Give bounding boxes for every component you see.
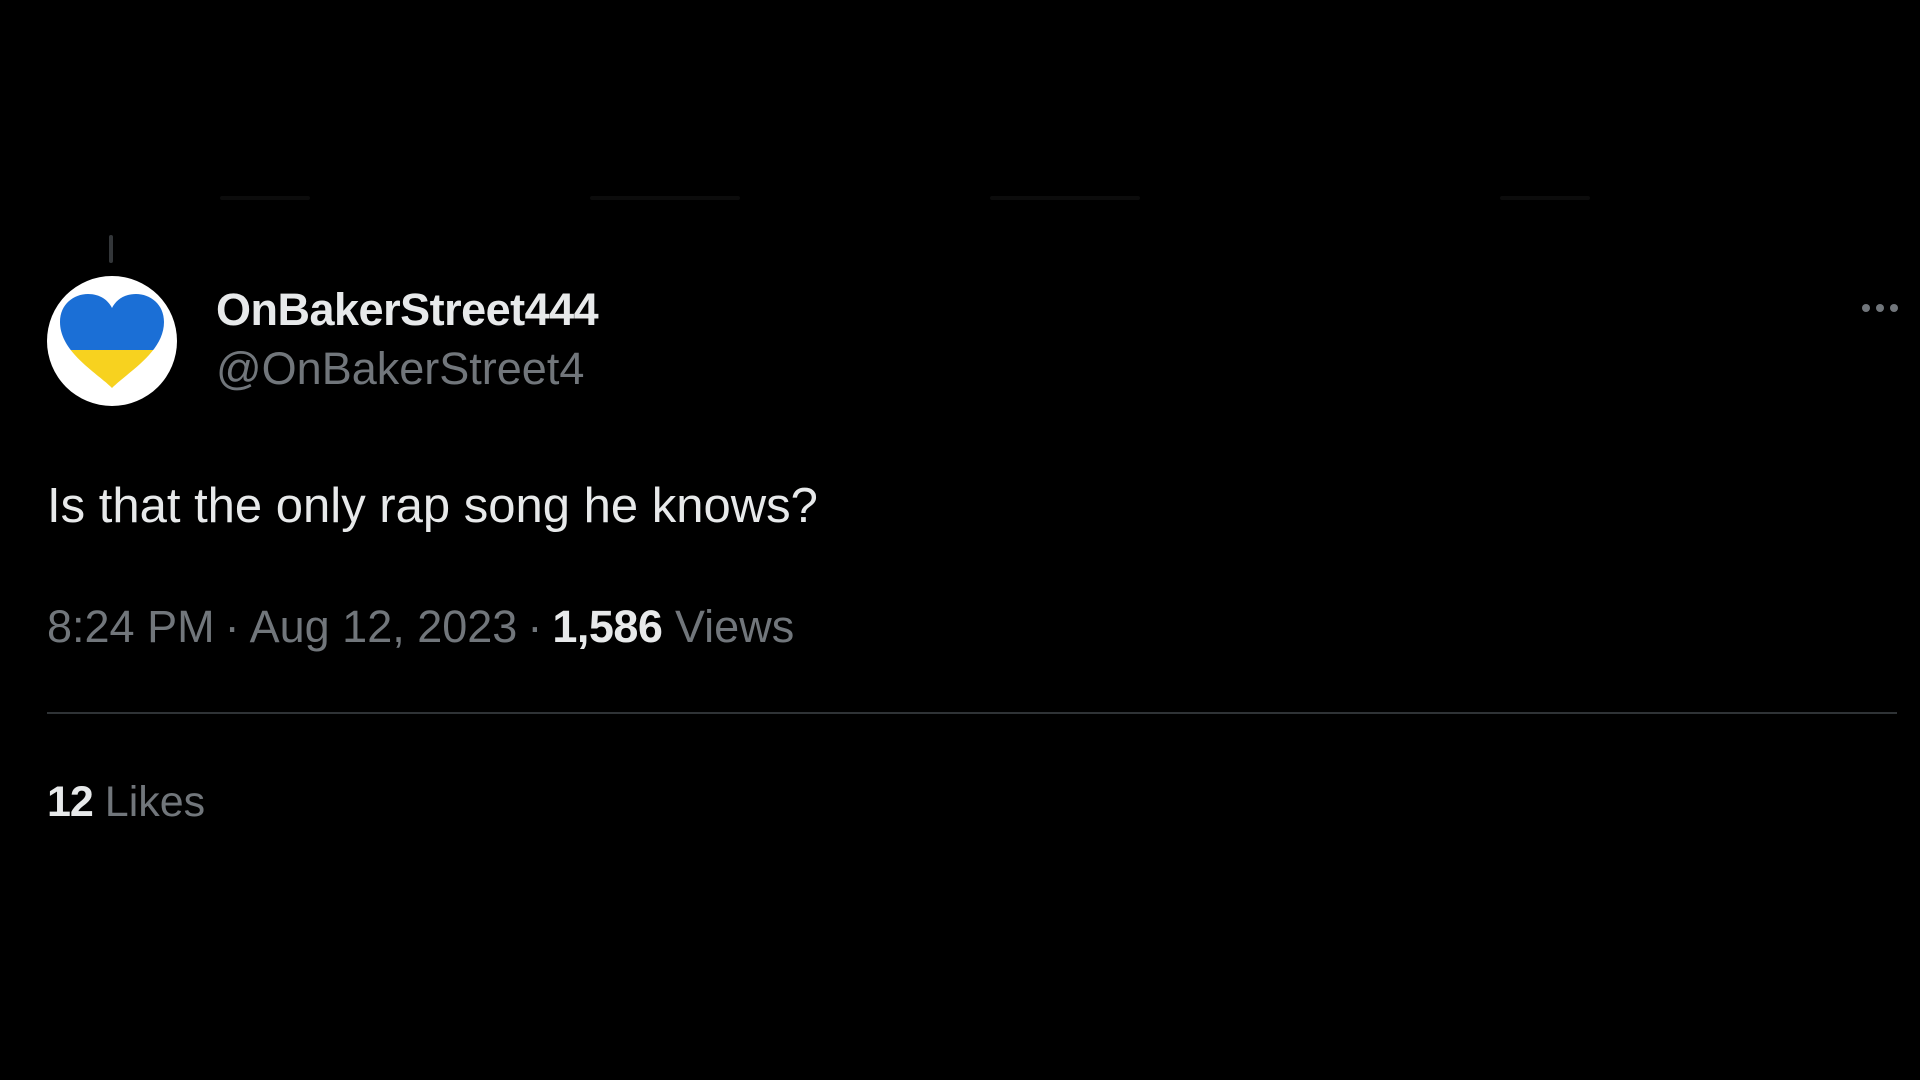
likes-count: 12 xyxy=(47,778,94,826)
meta-separator: · xyxy=(527,601,543,652)
views-count[interactable]: 1,586 xyxy=(552,601,663,652)
thread-connector-line xyxy=(109,235,113,263)
display-name[interactable]: OnBakerStreet444 xyxy=(216,282,599,338)
tweet-time[interactable]: 8:24 PM xyxy=(47,601,215,652)
user-handle[interactable]: @OnBakerStreet4 xyxy=(216,338,598,400)
tweet-header: OnBakerStreet444 @OnBakerStreet4 xyxy=(47,276,1898,406)
avatar[interactable] xyxy=(47,276,177,406)
tweet-metadata: 8:24 PM · Aug 12, 2023 · 1,586 Views xyxy=(47,597,1897,657)
author-names: OnBakerStreet444 @OnBakerStreet4 xyxy=(216,282,599,400)
more-dot xyxy=(1890,304,1898,312)
faint-nav-bar-4 xyxy=(1500,196,1590,200)
more-dot xyxy=(1862,304,1870,312)
more-options-icon[interactable] xyxy=(1862,304,1898,312)
divider xyxy=(47,712,1897,714)
faint-nav-bar-1 xyxy=(220,196,310,200)
views-label[interactable]: Views xyxy=(675,601,794,652)
tweet-date[interactable]: Aug 12, 2023 xyxy=(250,601,518,652)
faint-nav-bar-2 xyxy=(590,196,740,200)
ukraine-heart-icon xyxy=(60,294,164,388)
likes-label: Likes xyxy=(104,778,206,826)
meta-separator: · xyxy=(224,601,240,652)
tweet: OnBakerStreet444 @OnBakerStreet4 Is that… xyxy=(47,276,1898,830)
more-dot xyxy=(1876,304,1884,312)
likes-stat[interactable]: 12 Likes xyxy=(47,774,1897,830)
faint-nav-bar-3 xyxy=(990,196,1140,200)
tweet-text: Is that the only rap song he knows? xyxy=(47,479,818,533)
